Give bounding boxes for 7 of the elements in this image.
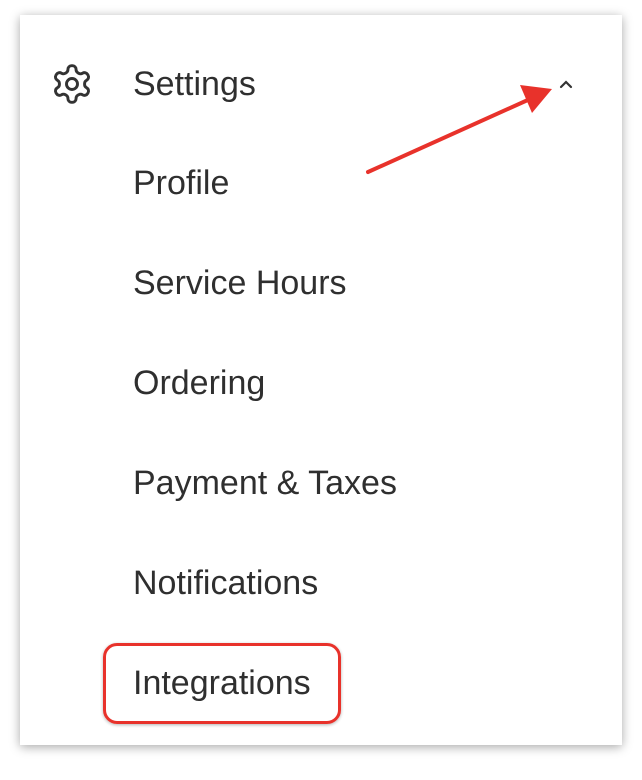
menu-item[interactable]: Profile [103,142,260,224]
menu-item[interactable]: Service Hours [103,242,377,324]
menu-item[interactable]: Ordering [103,342,296,424]
menu-item[interactable]: Notifications [103,542,348,624]
menu-item[interactable]: Integrations [103,642,341,724]
menu-title[interactable]: Settings [133,58,256,110]
menu-item[interactable]: Payment & Taxes [103,442,427,524]
